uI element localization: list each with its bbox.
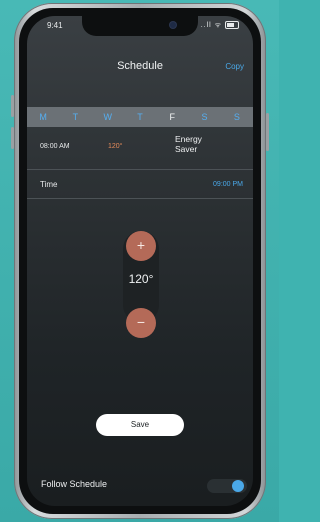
signal-wifi-icon: ..ll ᯤ [200,22,223,29]
temperature-value: 120° [128,272,154,286]
side-button-left-2 [11,127,14,149]
follow-schedule-label: Follow Schedule [41,479,108,489]
screen: 9:41 ..ll ᯤ Schedule Copy M T W T F S S [27,16,253,506]
decrease-button[interactable]: − [126,308,156,338]
side-button-right [266,113,269,151]
entry-time: 08:00 AM [40,143,70,150]
day-friday[interactable]: F [162,112,182,122]
background: 9:41 ..ll ᯤ Schedule Copy M T W T F S S [0,0,279,522]
status-time: 9:41 [47,21,63,30]
temperature-stepper: + 120° − [123,231,159,338]
notch [82,16,198,36]
time-value[interactable]: 09:00 PM [213,181,243,188]
day-monday[interactable]: M [33,112,53,122]
battery-icon [225,21,239,30]
day-saturday[interactable]: S [195,112,215,122]
phone-frame: 9:41 ..ll ᯤ Schedule Copy M T W T F S S [11,3,269,519]
entry-temperature: 120° [108,143,123,150]
save-button[interactable]: Save [96,414,184,436]
entry-mode-line2: Saver [175,144,198,154]
day-sunday[interactable]: S [227,112,247,122]
side-button-left [11,95,14,117]
copy-button[interactable]: Copy [225,62,244,71]
day-selector: M T W T F S S [27,107,253,127]
entry-mode: Energy Saver [175,134,225,154]
follow-schedule-toggle[interactable] [207,479,247,493]
phone-bezel: 9:41 ..ll ᯤ Schedule Copy M T W T F S S [19,8,261,514]
camera-icon [170,22,176,28]
time-row[interactable]: Time 09:00 PM [27,172,253,199]
schedule-entry[interactable]: 08:00 AM 120° Energy Saver [27,129,253,170]
time-label: Time [40,180,58,189]
entry-mode-line1: Energy [175,134,202,144]
day-tuesday[interactable]: T [65,112,85,122]
day-thursday[interactable]: T [130,112,150,122]
page-title: Schedule [117,60,163,72]
day-wednesday[interactable]: W [98,112,118,122]
increase-button[interactable]: + [126,231,156,261]
toggle-knob [232,480,244,492]
status-icons: ..ll ᯤ [201,21,239,30]
